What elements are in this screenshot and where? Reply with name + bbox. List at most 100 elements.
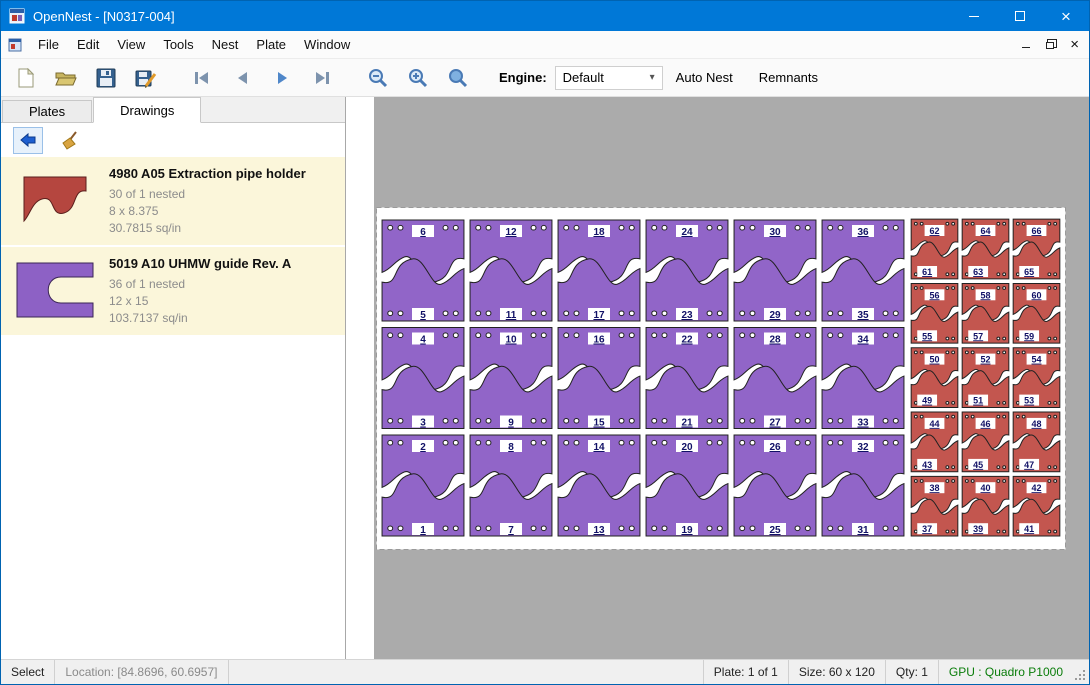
child-close-button[interactable]: × [1070, 37, 1079, 52]
menu-edit[interactable]: Edit [68, 31, 108, 58]
svg-text:24: 24 [681, 227, 693, 238]
zoom-fit-button[interactable] [441, 62, 475, 94]
nest-canvas[interactable]: 6512111817242330293635431091615222128273… [346, 97, 1089, 659]
svg-text:44: 44 [929, 419, 939, 429]
import-drawing-button[interactable] [13, 127, 43, 154]
menu-window[interactable]: Window [295, 31, 359, 58]
purple-part-shape [15, 259, 95, 321]
svg-text:2: 2 [420, 442, 426, 453]
nest-svg[interactable]: 6512111817242330293635431091615222128273… [376, 207, 1066, 550]
statusbar: Select Location: [84.8696, 60.6957] Plat… [1, 659, 1089, 684]
menu-tools[interactable]: Tools [154, 31, 202, 58]
remnants-button[interactable]: Remnants [746, 70, 831, 85]
window-title: OpenNest - [N0317-004] [33, 9, 175, 24]
status-gpu: GPU : Quadro P1000 [938, 660, 1073, 684]
drawing-item-5019[interactable]: 5019 A10 UHMW guide Rev. A 36 of 1 neste… [1, 247, 345, 337]
svg-text:25: 25 [769, 525, 781, 536]
close-button[interactable]: × [1043, 1, 1089, 31]
zoom-out-button[interactable] [361, 62, 395, 94]
tab-plates[interactable]: Plates [2, 100, 92, 122]
opennest-logo-icon [9, 8, 25, 24]
status-mode: Select [1, 660, 55, 684]
tab-drawings[interactable]: Drawings [93, 97, 201, 123]
drawing-item-4980[interactable]: 4980 A05 Extraction pipe holder 30 of 1 … [1, 157, 345, 247]
save-as-button[interactable] [129, 62, 163, 94]
svg-text:59: 59 [1024, 331, 1034, 341]
first-arrow-icon [193, 70, 211, 86]
new-file-icon [17, 68, 35, 88]
document-window-icon[interactable] [8, 38, 22, 52]
previous-plate-button[interactable] [225, 62, 259, 94]
chevron-down-icon: ▾ [650, 72, 655, 83]
clear-drawings-button[interactable] [55, 127, 85, 154]
svg-text:57: 57 [973, 331, 983, 341]
engine-select[interactable]: Default ▾ [555, 66, 663, 90]
zoom-fit-icon [447, 67, 469, 89]
next-plate-button[interactable] [265, 62, 299, 94]
titlebar: OpenNest - [N0317-004] × [1, 1, 1089, 31]
drawing-size: 8 x 8.375 [109, 203, 306, 220]
first-plate-button[interactable] [185, 62, 219, 94]
svg-text:7: 7 [508, 525, 514, 536]
svg-text:41: 41 [1024, 524, 1034, 534]
plate[interactable]: 6512111817242330293635431091615222128273… [376, 207, 1066, 550]
svg-text:29: 29 [769, 310, 781, 321]
menu-plate[interactable]: Plate [247, 31, 295, 58]
child-minimize-button[interactable] [1022, 47, 1030, 48]
maximize-button[interactable] [997, 1, 1043, 31]
svg-text:46: 46 [980, 419, 990, 429]
svg-text:48: 48 [1031, 419, 1041, 429]
svg-text:37: 37 [922, 524, 932, 534]
next-arrow-icon [274, 70, 290, 86]
drawing-nested: 30 of 1 nested [109, 186, 306, 203]
svg-text:61: 61 [922, 267, 932, 277]
drawing-name: 4980 A05 Extraction pipe holder [109, 166, 306, 181]
svg-text:26: 26 [769, 442, 781, 453]
drawings-toolbar [1, 123, 345, 157]
svg-text:23: 23 [681, 310, 693, 321]
child-restore-button[interactable] [1046, 42, 1054, 49]
zoom-out-icon [367, 67, 389, 89]
mdi-window-controls: × [1022, 37, 1089, 52]
svg-text:42: 42 [1031, 483, 1041, 493]
svg-text:21: 21 [681, 418, 693, 429]
auto-nest-button[interactable]: Auto Nest [663, 70, 746, 85]
svg-text:60: 60 [1031, 290, 1041, 300]
save-button[interactable] [89, 62, 123, 94]
svg-text:52: 52 [980, 355, 990, 365]
drawing-size: 12 x 15 [109, 293, 291, 310]
menu-file[interactable]: File [29, 31, 68, 58]
svg-text:20: 20 [681, 442, 693, 453]
app-icon[interactable] [9, 8, 25, 24]
svg-text:6: 6 [420, 227, 426, 238]
drawing-area: 103.7137 sq/in [109, 310, 291, 327]
open-button[interactable] [49, 62, 83, 94]
app-window: OpenNest - [N0317-004] × File Edit View … [0, 0, 1090, 685]
svg-text:38: 38 [929, 483, 939, 493]
menu-view[interactable]: View [108, 31, 154, 58]
open-folder-icon [55, 69, 77, 87]
svg-text:34: 34 [857, 335, 869, 346]
last-plate-button[interactable] [305, 62, 339, 94]
drawing-area: 30.7815 sq/in [109, 220, 306, 237]
engine-value: Default [563, 70, 604, 85]
svg-text:17: 17 [593, 310, 605, 321]
engine-label: Engine: [499, 70, 547, 85]
svg-text:5: 5 [420, 310, 426, 321]
svg-text:3: 3 [420, 418, 426, 429]
resize-grip[interactable] [1073, 660, 1089, 684]
svg-text:4: 4 [420, 335, 426, 346]
new-button[interactable] [9, 62, 43, 94]
last-arrow-icon [313, 70, 331, 86]
zoom-in-button[interactable] [401, 62, 435, 94]
svg-text:51: 51 [973, 396, 983, 406]
maximize-icon [1015, 11, 1025, 21]
drawing-name: 5019 A10 UHMW guide Rev. A [109, 256, 291, 271]
minimize-button[interactable] [951, 1, 997, 31]
svg-text:45: 45 [973, 460, 983, 470]
svg-text:1: 1 [420, 525, 426, 536]
save-as-icon [135, 68, 157, 88]
menu-nest[interactable]: Nest [203, 31, 248, 58]
drawing-nested: 36 of 1 nested [109, 276, 291, 293]
drawing-info: 5019 A10 UHMW guide Rev. A 36 of 1 neste… [101, 253, 291, 327]
